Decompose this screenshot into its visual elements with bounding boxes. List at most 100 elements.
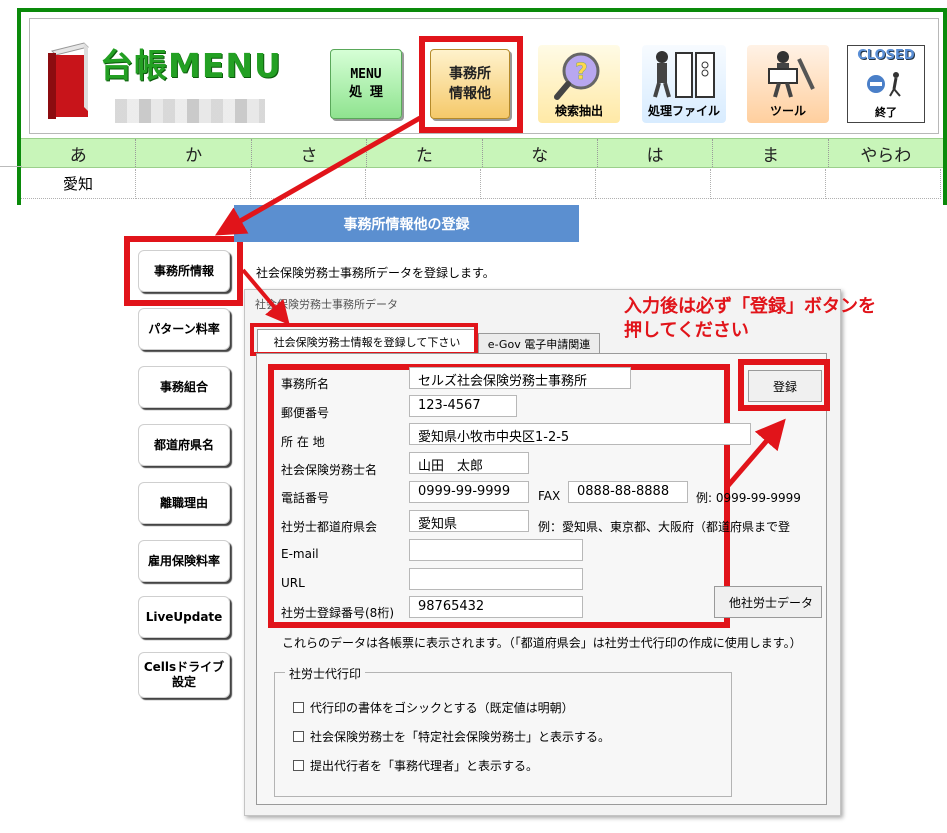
postal-code-label: 郵便番号 [281, 406, 330, 420]
search-extract-label: 検索抽出 [554, 104, 603, 118]
menu-process-label: MENU 処 理 [349, 67, 383, 100]
kana-tab-ha[interactable]: は [598, 139, 714, 167]
highlight-side-office-button [124, 236, 243, 306]
office-info-label: 事務所 情報他 [449, 66, 491, 102]
kana-tab-yarawa[interactable]: やらわ [829, 139, 943, 167]
process-file-button[interactable]: 処理ファイル [642, 45, 726, 123]
ledger-book-icon [48, 42, 89, 119]
side-resign-reason-label: 離職理由 [159, 495, 208, 510]
divider-line [0, 166, 22, 167]
close-exit-button[interactable]: CLOSED 終了 [847, 45, 925, 123]
prefecture-example: 例：愛知県、東京都、大阪府（都道府県まで登 [538, 520, 791, 534]
menu-process-button[interactable]: MENU 処 理 [330, 49, 402, 119]
side-liveupdate-label: LiveUpdate [145, 609, 223, 624]
fax-field[interactable]: 0888-88-8888 [568, 481, 688, 503]
side-pattern-rate-label: パターン料率 [148, 321, 220, 336]
side-pattern-rate-button[interactable]: パターン料率 [138, 308, 230, 350]
specified-sharoushi-option-label: 社会保険労務士を「特定社会保険労務士」と表示する。 [310, 730, 611, 744]
instruction-callout: 入力後は必ず「登録」ボタンを 押してください [624, 296, 876, 341]
side-employment-rate-button[interactable]: 雇用保険料率 [138, 540, 230, 582]
pref-cell[interactable]: 愛知 [21, 169, 136, 199]
prefecture-assoc-field[interactable]: 愛知県 [409, 510, 529, 532]
reg-number-label: 社労士登録番号(8桁) [281, 606, 394, 620]
email-field[interactable] [409, 539, 583, 561]
office-name-label: 事務所名 [281, 377, 330, 391]
office-name-field[interactable]: セルズ社会保険労務士事務所 [409, 367, 631, 389]
kana-tab-ta[interactable]: た [367, 139, 483, 167]
prefecture-row: 愛知 [21, 169, 943, 199]
svg-text:?: ? [575, 60, 588, 85]
worker-cabinet-icon [653, 51, 715, 98]
kana-tab-ka[interactable]: か [136, 139, 252, 167]
side-association-label: 事務組合 [159, 379, 208, 394]
registration-description: 社会保険労務士事務所データを登録します。 [256, 266, 495, 280]
side-employment-rate-label: 雇用保険料率 [147, 553, 220, 568]
highlight-register-button [738, 359, 830, 411]
sharoushi-name-label: 社会保険労務士名 [281, 463, 378, 477]
menu-banner: 台帳MENU MENU 処 理 事務所 情報他 ? 検索抽出 処理ファイル ツー… [29, 18, 939, 134]
url-label: URL [281, 576, 305, 590]
dialog-title: 社会保険労務士事務所データ [255, 298, 398, 311]
tool-button[interactable]: ツール [747, 45, 829, 123]
pref-cell[interactable] [366, 169, 481, 199]
fax-label: FAX [538, 489, 561, 503]
closed-end-label: 終了 [875, 106, 897, 119]
agent-display-checkbox[interactable] [293, 760, 304, 771]
gothic-font-option[interactable]: 代行印の書体をゴシックとする（既定値は明朝） [293, 699, 574, 716]
kana-index-tabs: あ か さ た な は ま やらわ [21, 138, 943, 168]
other-sharoushi-data-button[interactable]: 他社労士データ [714, 586, 822, 618]
side-cells-drive-button[interactable]: Cellsドライブ 設定 [138, 652, 230, 698]
magnifier-icon: ? [554, 52, 600, 100]
worker-tools-icon [768, 51, 815, 98]
gothic-font-option-label: 代行印の書体をゴシックとする（既定値は明朝） [310, 701, 574, 715]
kana-tab-ma[interactable]: ま [713, 139, 829, 167]
pref-cell[interactable] [826, 169, 941, 199]
proxy-stamp-legend: 社労士代行印 [285, 665, 366, 682]
prefecture-assoc-label: 社労士都道府県会 [281, 520, 378, 534]
pref-cell[interactable] [711, 169, 826, 199]
process-file-label: 処理ファイル [647, 104, 720, 118]
side-prefecture-button[interactable]: 都道府県名 [138, 424, 230, 466]
gothic-font-checkbox[interactable] [293, 702, 304, 713]
tool-label: ツール [769, 104, 806, 118]
main-menu-window: 台帳MENU MENU 処 理 事務所 情報他 ? 検索抽出 処理ファイル ツー… [17, 8, 947, 205]
agent-display-option[interactable]: 提出代行者を「事務代理者」と表示する。 [293, 757, 538, 774]
side-liveupdate-button[interactable]: LiveUpdate [138, 596, 230, 638]
side-association-button[interactable]: 事務組合 [138, 366, 230, 408]
kana-tab-a[interactable]: あ [21, 139, 137, 167]
address-label: 所 在 地 [281, 435, 325, 449]
tab-panel: 事務所名 セルズ社会保険労務士事務所 郵便番号 123-4567 所 在 地 愛… [256, 353, 830, 805]
url-field[interactable] [409, 568, 583, 590]
pref-cell[interactable] [136, 169, 251, 199]
specified-sharoushi-checkbox[interactable] [293, 731, 304, 742]
exit-person-icon [867, 71, 901, 97]
specified-sharoushi-option[interactable]: 社会保険労務士を「特定社会保険労務士」と表示する。 [293, 728, 610, 745]
agent-display-option-label: 提出代行者を「事務代理者」と表示する。 [310, 759, 539, 773]
pref-cell[interactable] [481, 169, 596, 199]
office-data-dialog: 社会保険労務士事務所データ 社会保険労務士情報を登録して下さい e-Gov 電子… [244, 289, 841, 816]
address-field[interactable]: 愛知県小牧市中央区1-2-5 [409, 423, 751, 445]
app-logo-title: 台帳MENU [100, 46, 282, 85]
side-resign-reason-button[interactable]: 離職理由 [138, 482, 230, 524]
pref-cell[interactable] [596, 169, 711, 199]
proxy-stamp-group: 社労士代行印 代行印の書体をゴシックとする（既定値は明朝） 社会保険労務士を「特… [274, 665, 732, 797]
side-prefecture-label: 都道府県名 [153, 437, 214, 452]
tab-egov[interactable]: e-Gov 電子申請関連 [478, 333, 600, 354]
phone-example: 例: 0999-99-9999 [696, 491, 801, 505]
postal-code-field[interactable]: 123-4567 [409, 395, 517, 417]
kana-tab-sa[interactable]: さ [252, 139, 368, 167]
email-label: E-mail [281, 547, 319, 561]
pref-cell[interactable] [251, 169, 366, 199]
blurred-office-name [115, 99, 265, 123]
office-info-button[interactable]: 事務所 情報他 [430, 49, 510, 119]
highlight-tab-sharoushi-info [250, 323, 478, 356]
kana-tab-na[interactable]: な [483, 139, 598, 167]
reg-number-field[interactable]: 98765432 [409, 596, 583, 618]
phone-field[interactable]: 0999-99-9999 [409, 481, 529, 503]
search-extract-button[interactable]: ? 検索抽出 [538, 45, 620, 123]
side-cells-drive-label: Cellsドライブ 設定 [143, 660, 225, 689]
registration-header: 事務所情報他の登録 [234, 205, 579, 242]
sharoushi-name-field[interactable]: 山田 太郎 [409, 452, 529, 474]
phone-label: 電話番号 [281, 491, 330, 505]
display-note: これらのデータは各帳票に表示されます。（「都道府県会」は社労士代行印の作成に使用… [282, 636, 802, 650]
